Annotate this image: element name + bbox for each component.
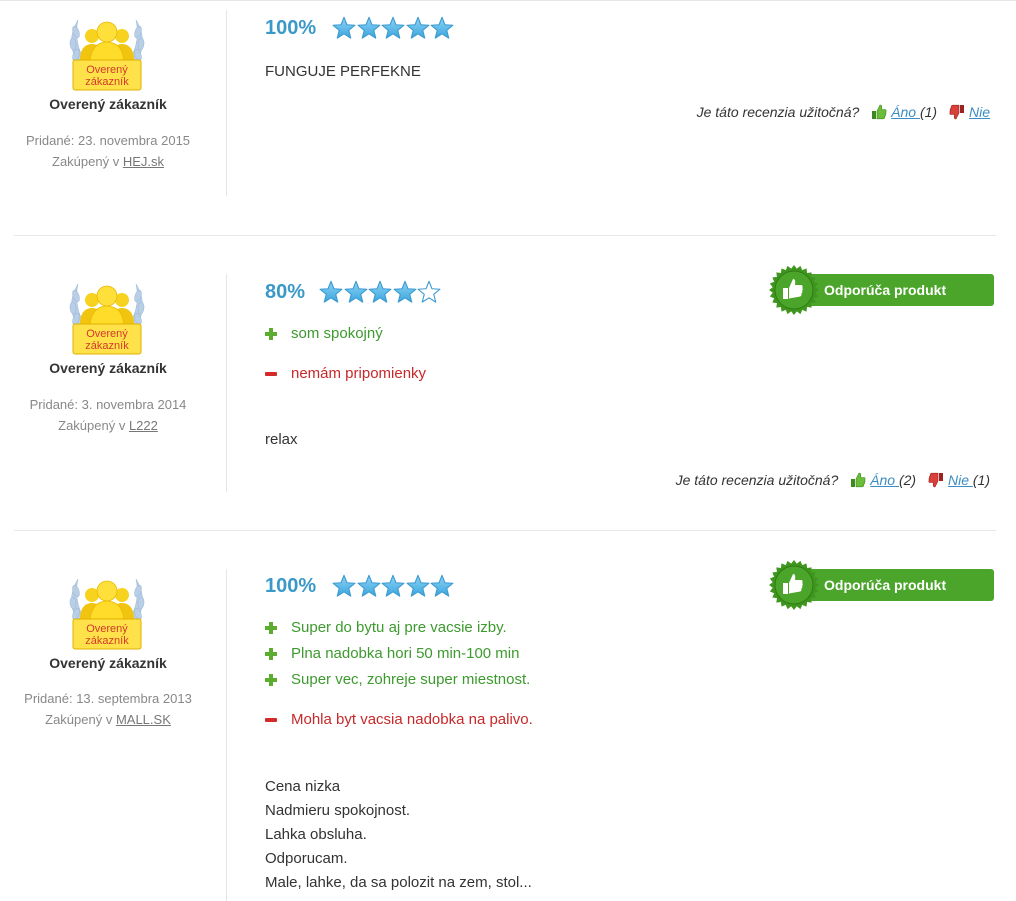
helpful-question: Je táto recenzia užitočná? (696, 104, 860, 120)
vote-no-link[interactable]: Nie (969, 104, 990, 120)
review-author: Overený zákazník (49, 655, 167, 671)
purchased-at-label: Zakúpený v (58, 418, 129, 433)
recommends-product-badge: Odporúča produkt (768, 560, 994, 612)
minus-icon (265, 372, 277, 376)
purchased-at-label: Zakúpený v (52, 154, 123, 169)
vote-yes-link[interactable]: Áno (891, 104, 920, 120)
thumb-up-seal-icon (769, 560, 819, 610)
vote-no-link[interactable]: Nie (948, 472, 973, 488)
star-icon (430, 16, 454, 40)
star-icon (406, 16, 430, 40)
thumb-up-seal-icon (769, 265, 819, 315)
store-link[interactable]: MALL.SK (116, 712, 171, 727)
star-icon (332, 16, 356, 40)
recommend-label: Odporúča produkt (824, 577, 947, 593)
purchased-at: Zakúpený v HEJ.sk (0, 154, 216, 169)
review-text: FUNGUJE PERFEKNE (265, 60, 421, 84)
purchased-at: Zakúpený v L222 (0, 418, 216, 433)
store-link[interactable]: L222 (129, 418, 158, 433)
review-author: Overený zákazník (49, 360, 167, 376)
verified-customer-badge-icon: Overený zákazník (66, 276, 148, 356)
plus-icon (265, 674, 277, 686)
minus-icon (265, 718, 277, 722)
pro-item-text: som spokojný (291, 325, 383, 342)
rating-stars (332, 16, 455, 40)
recommend-label: Odporúča produkt (824, 282, 947, 298)
con-item-text: Mohla byt vacsia nadobka na palivo. (291, 711, 533, 728)
review-text: Cena nizka Nadmieru spokojnost. Lahka obsl… (265, 775, 532, 895)
plus-icon (265, 622, 277, 634)
review-date: Pridané: 13. septembra 2013 (24, 691, 192, 706)
column-divider (226, 274, 227, 492)
vote-yes-count: (1) (919, 104, 938, 120)
review-text: relax (265, 428, 298, 452)
thumb-up-icon[interactable] (850, 472, 866, 491)
vote-no-count: (1) (972, 472, 990, 488)
recommends-product-badge: Odporúča produkt (768, 265, 994, 317)
purchased-at-label: Zakúpený v (45, 712, 116, 727)
thumb-up-icon[interactable] (871, 104, 887, 123)
pro-item-text: Plna nadobka hori 50 min-100 min (291, 645, 520, 662)
star-icon (417, 280, 441, 304)
review-text-line: relax (265, 431, 298, 448)
store-link[interactable]: HEJ.sk (123, 154, 164, 169)
svg-text:Overený: Overený (86, 64, 128, 76)
star-icon (357, 16, 381, 40)
review-author: Overený zákazník (49, 96, 167, 112)
rating-percent: 100% (265, 17, 317, 39)
star-icon (381, 16, 405, 40)
helpfulness-vote: Je táto recenzia užitočná? Áno (2) Nie (… (676, 472, 990, 491)
review-text-line: Cena nizka (265, 778, 341, 795)
svg-text:zákazník: zákazník (85, 76, 129, 88)
review-item: Overený zákazník Overený zákazník Pridané… (0, 0, 1016, 236)
review-text-line: Male, lahke, da sa polozit na zem, stol.… (265, 874, 532, 891)
pro-item-text: Super vec, zohreje super miestnost. (291, 671, 531, 688)
verified-customer-badge-icon: Overený zákazník (66, 12, 148, 92)
svg-text:zákazník: zákazník (85, 635, 129, 647)
star-icon (430, 574, 454, 598)
verified-customer-badge-icon: Overený zákazník (66, 571, 148, 651)
helpfulness-vote: Je táto recenzia užitočná? Áno (1) Nie (697, 104, 990, 123)
star-icon (368, 280, 392, 304)
rating-percent: 80% (265, 281, 306, 303)
plus-icon (265, 328, 277, 340)
svg-text:zákazník: zákazník (85, 340, 129, 352)
star-icon (406, 574, 430, 598)
star-icon (357, 574, 381, 598)
star-icon (393, 280, 417, 304)
column-divider (226, 10, 227, 196)
svg-text:Overený: Overený (86, 623, 128, 635)
review-item: Overený zákazník Overený zákazník Pridané… (0, 531, 1016, 901)
purchased-at: Zakúpený v MALL.SK (0, 712, 216, 727)
column-divider (226, 569, 227, 901)
thumb-down-icon[interactable] (928, 472, 944, 491)
con-item-text: nemám pripomienky (291, 365, 427, 382)
rating-stars (319, 280, 442, 304)
vote-yes-link[interactable]: Áno (870, 472, 899, 488)
review-text-line: Odporucam. (265, 850, 348, 867)
svg-text:Overený: Overený (86, 328, 128, 340)
review-text-line: FUNGUJE PERFEKNE (265, 63, 421, 80)
rating-stars (332, 574, 455, 598)
rating-percent: 100% (265, 575, 317, 597)
helpful-question: Je táto recenzia užitočná? (675, 472, 839, 488)
star-icon (381, 574, 405, 598)
review-date: Pridané: 3. novembra 2014 (29, 397, 187, 412)
star-icon (332, 574, 356, 598)
review-text-line: Lahka obsluha. (265, 826, 367, 843)
review-text-line: Nadmieru spokojnost. (265, 802, 411, 819)
review-date: Pridané: 23. novembra 2015 (25, 133, 191, 148)
star-icon (319, 280, 343, 304)
thumb-down-icon[interactable] (949, 104, 965, 123)
plus-icon (265, 648, 277, 660)
review-item: Overený zákazník Overený zákazník Pridané… (0, 236, 1016, 530)
pro-item-text: Super do bytu aj pre vacsie izby. (291, 619, 507, 636)
vote-yes-count: (2) (898, 472, 917, 488)
star-icon (344, 280, 368, 304)
